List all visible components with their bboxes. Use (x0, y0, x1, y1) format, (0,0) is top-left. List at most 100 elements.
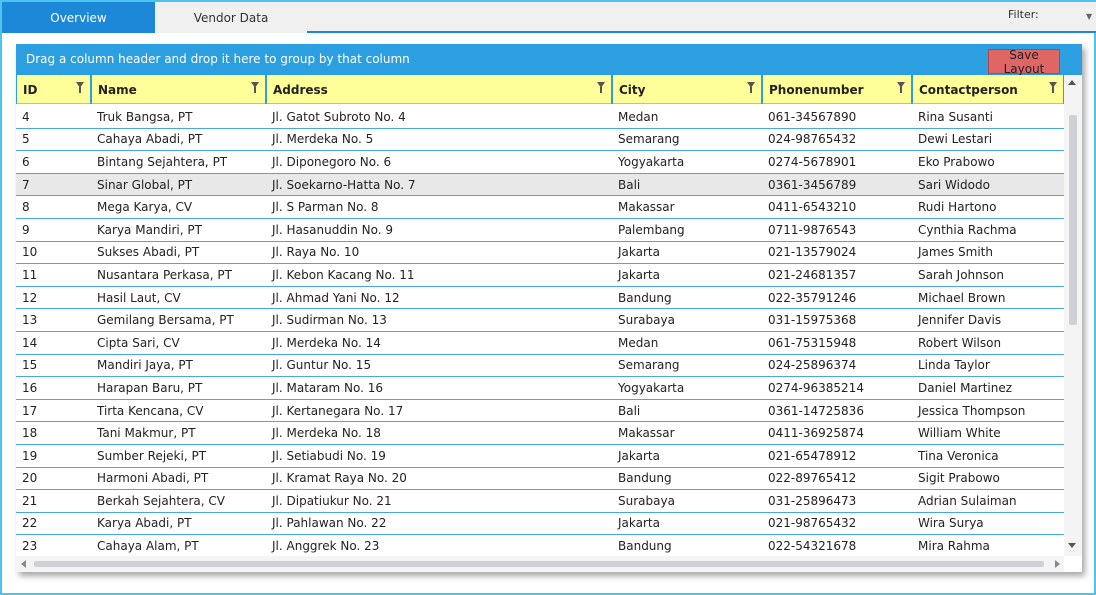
cell-phonenumber[interactable]: 0411-6543210 (762, 200, 912, 214)
cell-contactperson[interactable]: Sari Widodo (912, 178, 1064, 192)
cell-id[interactable]: 14 (16, 336, 91, 350)
cell-name[interactable]: Truk Bangsa, PT (91, 110, 266, 124)
column-header-phonenumber[interactable]: Phonenumber (762, 75, 912, 104)
cell-address[interactable]: Jl. Setiabudi No. 19 (266, 449, 612, 463)
scroll-up-icon[interactable] (1068, 80, 1076, 85)
cell-id[interactable]: 22 (16, 516, 91, 530)
cell-city[interactable]: Surabaya (612, 494, 762, 508)
cell-contactperson[interactable]: Robert Wilson (912, 336, 1064, 350)
cell-city[interactable]: Jakarta (612, 516, 762, 530)
save-layout-button[interactable]: Save Layout (988, 48, 1060, 76)
cell-city[interactable]: Jakarta (612, 268, 762, 282)
cell-id[interactable]: 13 (16, 313, 91, 327)
cell-address[interactable]: Jl. Soekarno-Hatta No. 7 (266, 178, 612, 192)
cell-id[interactable]: 16 (16, 381, 91, 395)
column-header-id[interactable]: ID (16, 75, 91, 104)
cell-name[interactable]: Cahaya Abadi, PT (91, 132, 266, 146)
cell-phonenumber[interactable]: 022-89765412 (762, 471, 912, 485)
cell-contactperson[interactable]: Eko Prabowo (912, 155, 1064, 169)
cell-address[interactable]: Jl. Merdeka No. 5 (266, 132, 612, 146)
cell-name[interactable]: Cahaya Alam, PT (91, 539, 266, 553)
column-header-address[interactable]: Address (266, 75, 612, 104)
cell-address[interactable]: Jl. Kramat Raya No. 20 (266, 471, 612, 485)
cell-city[interactable]: Bali (612, 178, 762, 192)
cell-phonenumber[interactable]: 0274-5678901 (762, 155, 912, 169)
cell-address[interactable]: Jl. Merdeka No. 14 (266, 336, 612, 350)
cell-name[interactable]: Berkah Sejahtera, CV (91, 494, 266, 508)
cell-city[interactable]: Bandung (612, 291, 762, 305)
cell-city[interactable]: Semarang (612, 358, 762, 372)
column-header-city[interactable]: City (612, 75, 762, 104)
cell-address[interactable]: Jl. Diponegoro No. 6 (266, 155, 612, 169)
table-row[interactable]: 16 Harapan Baru, PT Jl. Mataram No. 16 Yogy… (16, 377, 1064, 400)
table-row[interactable]: 19 Sumber Rejeki, PT Jl. Setiabudi No. 19 J… (16, 445, 1064, 468)
cell-address[interactable]: Jl. Merdeka No. 18 (266, 426, 612, 440)
horizontal-scroll-thumb[interactable] (34, 561, 1044, 567)
cell-name[interactable]: Mega Karya, CV (91, 200, 266, 214)
cell-address[interactable]: Jl. Kertanegara No. 17 (266, 404, 612, 418)
cell-city[interactable]: Surabaya (612, 313, 762, 327)
cell-phonenumber[interactable]: 061-75315948 (762, 336, 912, 350)
table-row[interactable]: 13 Gemilang Bersama, PT Jl. Sudirman No. 1… (16, 309, 1064, 332)
cell-id[interactable]: 11 (16, 268, 91, 282)
filter-funnel-icon[interactable] (897, 82, 905, 93)
cell-contactperson[interactable]: Mira Rahma (912, 539, 1064, 553)
cell-contactperson[interactable]: Rina Susanti (912, 110, 1064, 124)
cell-phonenumber[interactable]: 021-65478912 (762, 449, 912, 463)
cell-phonenumber[interactable]: 031-25896473 (762, 494, 912, 508)
cell-phonenumber[interactable]: 021-24681357 (762, 268, 912, 282)
cell-phonenumber[interactable]: 024-98765432 (762, 132, 912, 146)
cell-city[interactable]: Makassar (612, 426, 762, 440)
cell-contactperson[interactable]: Linda Taylor (912, 358, 1064, 372)
table-row[interactable]: 5 Cahaya Abadi, PT Jl. Merdeka No. 5 Semara… (16, 129, 1064, 152)
table-row[interactable]: 20 Harmoni Abadi, PT Jl. Kramat Raya No. 2… (16, 468, 1064, 491)
table-row[interactable]: 22 Karya Abadi, PT Jl. Pahlawan No. 22 Jaka… (16, 513, 1064, 536)
cell-contactperson[interactable]: Tina Veronica (912, 449, 1064, 463)
cell-name[interactable]: Sinar Global, PT (91, 178, 266, 192)
cell-address[interactable]: Jl. Pahlawan No. 22 (266, 516, 612, 530)
filter-funnel-icon[interactable] (76, 82, 84, 93)
cell-name[interactable]: Karya Abadi, PT (91, 516, 266, 530)
cell-contactperson[interactable]: Michael Brown (912, 291, 1064, 305)
cell-city[interactable]: Jakarta (612, 449, 762, 463)
tab-overview[interactable]: Overview (2, 2, 155, 33)
table-row[interactable]: 21 Berkah Sejahtera, CV Jl. Dipatiukur No.… (16, 490, 1064, 513)
cell-phonenumber[interactable]: 0411-36925874 (762, 426, 912, 440)
cell-city[interactable]: Bandung (612, 539, 762, 553)
cell-city[interactable]: Makassar (612, 200, 762, 214)
cell-phonenumber[interactable]: 0274-96385214 (762, 381, 912, 395)
cell-id[interactable]: 9 (16, 223, 91, 237)
cell-contactperson[interactable]: Wira Surya (912, 516, 1064, 530)
cell-name[interactable]: Tani Makmur, PT (91, 426, 266, 440)
cell-name[interactable]: Karya Mandiri, PT (91, 223, 266, 237)
table-row[interactable]: 17 Tirta Kencana, CV Jl. Kertanegara No. 1… (16, 400, 1064, 423)
cell-contactperson[interactable]: Jessica Thompson (912, 404, 1064, 418)
cell-name[interactable]: Hasil Laut, CV (91, 291, 266, 305)
cell-id[interactable]: 5 (16, 132, 91, 146)
cell-id[interactable]: 19 (16, 449, 91, 463)
cell-id[interactable]: 18 (16, 426, 91, 440)
cell-city[interactable]: Yogyakarta (612, 155, 762, 169)
cell-id[interactable]: 12 (16, 291, 91, 305)
cell-contactperson[interactable]: Sarah Johnson (912, 268, 1064, 282)
cell-city[interactable]: Bali (612, 404, 762, 418)
filter-funnel-icon[interactable] (747, 82, 755, 93)
cell-id[interactable]: 6 (16, 155, 91, 169)
cell-address[interactable]: Jl. Gatot Subroto No. 4 (266, 110, 612, 124)
cell-phonenumber[interactable]: 024-25896374 (762, 358, 912, 372)
cell-id[interactable]: 4 (16, 110, 91, 124)
cell-city[interactable]: Bandung (612, 471, 762, 485)
scroll-left-icon[interactable] (21, 560, 26, 568)
cell-city[interactable]: Semarang (612, 132, 762, 146)
cell-name[interactable]: Nusantara Perkasa, PT (91, 268, 266, 282)
cell-phonenumber[interactable]: 0361-3456789 (762, 178, 912, 192)
table-row[interactable]: 14 Cipta Sari, CV Jl. Merdeka No. 14 Medan 0… (16, 332, 1064, 355)
table-row[interactable]: 7 Sinar Global, PT Jl. Soekarno-Hatta No. … (16, 173, 1064, 197)
table-row[interactable]: 9 Karya Mandiri, PT Jl. Hasanuddin No. 9 Pa… (16, 219, 1064, 242)
filter-dropdown-arrow-icon[interactable]: ▼ (1086, 12, 1092, 21)
cell-phonenumber[interactable]: 0711-9876543 (762, 223, 912, 237)
group-by-drop-area[interactable]: Drag a column header and drop it here to… (16, 44, 1082, 75)
cell-address[interactable]: Jl. Guntur No. 15 (266, 358, 612, 372)
horizontal-scrollbar[interactable] (16, 556, 1064, 572)
cell-id[interactable]: 21 (16, 494, 91, 508)
